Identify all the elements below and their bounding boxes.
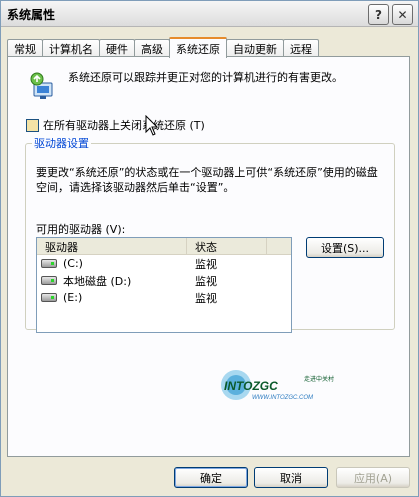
settings-button[interactable]: 设置(S)... (306, 237, 384, 258)
logo-tagline: 走进中关村 (304, 375, 334, 383)
drive-name: (E:) (63, 291, 83, 304)
disable-restore-label[interactable]: 在所有驱动器上关闭系统还原 (T) (43, 117, 205, 133)
tab-strip: 常规 计算机名 硬件 高级 系统还原 自动更新 远程 (7, 37, 319, 58)
drive-icon (41, 293, 57, 302)
close-button[interactable]: ✕ (392, 4, 413, 25)
drive-status: 监视 (195, 291, 217, 305)
mouse-pointer-icon (145, 115, 159, 136)
help-button[interactable]: ? (368, 4, 389, 25)
system-restore-icon (30, 72, 53, 99)
list-item[interactable]: 本地磁盘 (D:) 监视 (37, 272, 291, 289)
system-restore-panel: 系统还原可以跟踪并更正对您的计算机进行的有害更改。 在所有驱动器上关闭系统还原 … (7, 56, 410, 457)
disable-restore-checkbox[interactable] (26, 118, 39, 132)
logo-brand: INTOZGC (224, 379, 278, 393)
disable-restore-row[interactable]: 在所有驱动器上关闭系统还原 (T) (26, 117, 205, 133)
drive-icon (41, 259, 57, 268)
column-header-status[interactable]: 状态 (187, 238, 267, 255)
drive-name: (C:) (63, 257, 83, 270)
drive-settings-group: 驱动器设置 要更改“系统还原”的状态或在一个驱动器上可供“系统还原”使用的磁盘空… (25, 135, 395, 333)
drives-list-header: 驱动器 状态 (37, 238, 291, 255)
list-item[interactable]: (C:) 监视 (37, 255, 291, 272)
column-header-blank (267, 238, 291, 255)
column-header-drive[interactable]: 驱动器 (37, 238, 187, 255)
drive-icon (41, 276, 57, 285)
drive-status: 监视 (195, 274, 217, 288)
logo-url: WWW.INTOZGC.COM (252, 395, 313, 401)
intozgc-watermark-logo: INTOZGC 走进中关村 WWW.INTOZGC.COM (221, 370, 334, 401)
drive-settings-description: 要更改“系统还原”的状态或在一个驱动器上可供“系统还原”使用的磁盘空间，请选择该… (36, 166, 378, 194)
drive-status: 监视 (195, 257, 217, 271)
available-drives-label: 可用的驱动器 (V): (36, 223, 126, 236)
system-properties-window: 系统属性 ? ✕ 常规 计算机名 硬件 高级 系统还原 自动更新 远程 系统还原… (0, 0, 419, 497)
window-title: 系统属性 (7, 8, 56, 22)
drive-settings-legend: 驱动器设置 (34, 137, 89, 150)
title-bar[interactable]: 系统属性 ? ✕ (1, 1, 418, 27)
ok-button[interactable]: 确定 (174, 467, 248, 488)
intro-text: 系统还原可以跟踪并更正对您的计算机进行的有害更改。 (68, 71, 343, 84)
list-item[interactable]: (E:) 监视 (37, 289, 291, 306)
drive-name: 本地磁盘 (D:) (63, 274, 132, 288)
tab-system-restore[interactable]: 系统还原 (169, 37, 227, 58)
apply-button[interactable]: 应用(A) (336, 467, 410, 488)
cancel-button[interactable]: 取消 (254, 467, 328, 488)
drives-list[interactable]: 驱动器 状态 (C:) 监视 本地磁盘 (D:) 监视 (E:) 监视 (36, 237, 292, 333)
